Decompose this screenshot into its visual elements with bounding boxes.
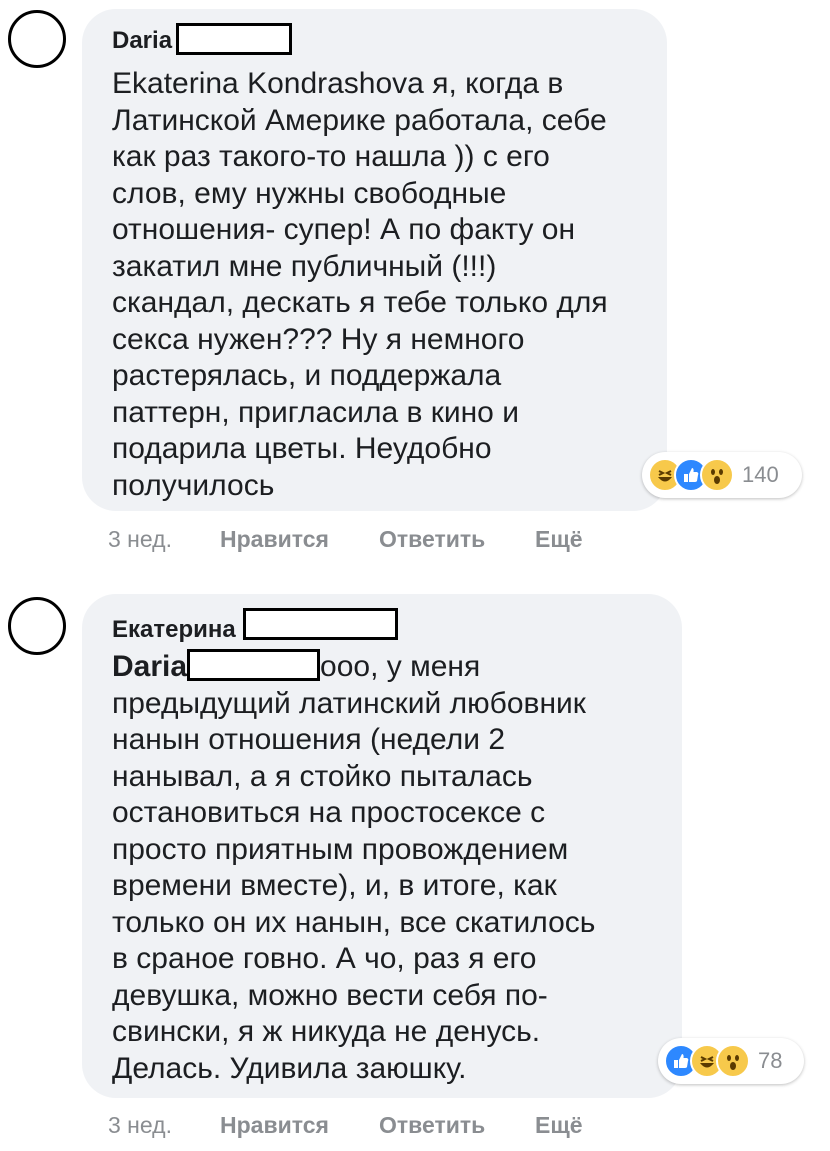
wow-icon (700, 458, 734, 492)
reaction-count: 78 (758, 1048, 783, 1073)
comment-line: паттерн, пригласила в кино и (112, 395, 519, 429)
reaction-summary[interactable]: 78 (658, 1038, 804, 1084)
comment-line: подарила цветы. Неудобно (112, 432, 492, 465)
avatar[interactable] (8, 10, 66, 68)
comment-line: в сраное говно. А чо, раз я его (112, 942, 537, 975)
comment-line: Латинской Америке работала, себе (112, 103, 607, 137)
comment-author[interactable]: Екатерина (112, 616, 236, 644)
comment-line: свински, я ж никуда не денусь. (112, 1015, 541, 1048)
comment-line: предыдущий латинский любовник (112, 686, 586, 720)
redacted-name (176, 23, 292, 55)
comment-first-line: Daria ооо, у меня (112, 649, 595, 686)
reaction-summary[interactable]: 140 (642, 452, 802, 498)
reply-button[interactable]: Ответить (379, 1112, 485, 1139)
redacted-mention (187, 649, 321, 681)
timestamp[interactable]: 3 нед. (108, 526, 172, 553)
wow-icon (716, 1044, 750, 1078)
comment-actions: 3 нед. Нравится Ответить Ещё (0, 526, 830, 556)
more-button[interactable]: Ещё (535, 1112, 583, 1139)
comment-line: растерялась, и поддержала (112, 359, 502, 392)
comment-line: ооо, у меня (320, 650, 481, 683)
redacted-name (243, 608, 398, 640)
comment-actions: 3 нед. Нравится Ответить Ещё (0, 1112, 830, 1142)
comment-line: скандал, дескать я тебе только для (112, 286, 608, 319)
timestamp[interactable]: 3 нед. (108, 1112, 172, 1139)
comment-line: слов, ему нужны свободные (112, 176, 507, 210)
comment-line: только он их нанын, все скатилось (112, 905, 596, 939)
comment-line: секса нужен??? Ну я немного (112, 322, 525, 356)
comment-bubble: Екатерина Daria ооо, у меня предыдущий ла… (82, 594, 682, 1098)
comment-line: закатил мне публичный (!!!) (112, 249, 497, 283)
comment-line: нанывал, а я стойко пыталась (112, 759, 533, 793)
comment-text: Ekaterina Kondrashova я, когда в Латинск… (112, 66, 608, 504)
comment-line: как раз такого-то нашла )) с его (112, 140, 550, 173)
comment-line: нанын отношения (недели 2 (112, 723, 506, 756)
comment-line: получилось (112, 468, 275, 502)
reply-button[interactable]: Ответить (379, 526, 485, 553)
reaction-count: 140 (742, 462, 779, 487)
mention-link[interactable]: Daria (112, 650, 187, 683)
like-button[interactable]: Нравится (220, 526, 329, 553)
comment-line: отношения- супер! А по факту он (112, 213, 576, 246)
comment-line: просто приятным провождением (112, 832, 569, 866)
comment-line: Делась. Удивила заюшку. (112, 1051, 467, 1085)
comment-text: Daria ооо, у меня предыдущий латинский лю… (112, 649, 595, 1087)
like-button[interactable]: Нравится (220, 1112, 329, 1139)
more-button[interactable]: Ещё (535, 526, 583, 553)
comment-line: остановиться на простосексе с (112, 796, 546, 829)
comment-line: времени вместе), и, в итоге, как (112, 869, 557, 902)
comment-line: Ekaterina Kondrashova я, когда в (112, 67, 564, 100)
comment-author[interactable]: Daria (112, 27, 172, 55)
avatar[interactable] (8, 597, 66, 655)
comment-line: девушка, можно вести себя по- (112, 978, 548, 1012)
comment-bubble: Daria Ekaterina Kondrashova я, когда в Л… (82, 9, 667, 511)
